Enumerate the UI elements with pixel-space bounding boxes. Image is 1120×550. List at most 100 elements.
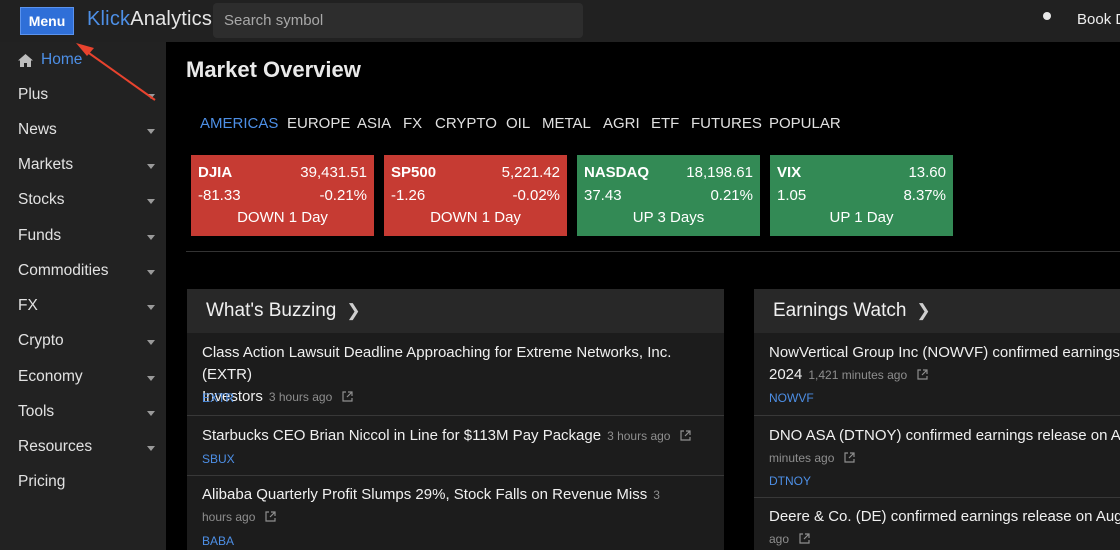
book-demo-link[interactable]: Book D [1077,11,1120,28]
sidebar-item-label: Resources [18,438,93,455]
external-link-icon[interactable] [680,430,692,441]
earnings-watch-title[interactable]: Earnings Watch ❯ [773,300,931,322]
sidebar-item-news[interactable]: News [0,117,166,147]
news-time: 3 hours ago [607,429,671,443]
sidebar-item-label: Tools [18,403,55,420]
index-change: -81.33 [198,187,241,204]
headline-line-1: Starbucks CEO Brian Niccol in Line for $… [202,427,602,444]
news-headline[interactable]: Class Action Lawsuit Deadline Approachin… [202,342,717,408]
sidebar-item-label: Plus [18,86,49,103]
tab-futures[interactable]: FUTURES [691,115,762,132]
index-trend: DOWN 1 Day [430,209,521,226]
sidebar-item-label: Home [41,51,83,68]
sidebar-item-label: FX [18,297,38,314]
sidebar-item-economy[interactable]: Economy [0,364,166,394]
tab-popular[interactable]: POPULAR [769,115,841,132]
logo[interactable]: KlickAnalytics [87,8,212,31]
top-bar: Menu KlickAnalytics Book D [0,0,1120,42]
index-symbol: NASDAQ [584,164,650,181]
sidebar-item-plus[interactable]: Plus [0,82,166,112]
index-percent: 8.37% [903,187,946,204]
caret-down-icon [147,270,155,275]
index-change: -1.26 [391,187,426,204]
tab-fx[interactable]: FX [403,115,422,132]
sidebar-item-resources[interactable]: Resources [0,434,166,464]
chevron-right-icon: ❯ [346,301,361,320]
external-link-icon[interactable] [265,511,276,522]
news-item[interactable]: Class Action Lawsuit Deadline Approachin… [187,333,724,416]
index-price: 13.60 [908,164,946,181]
news-item[interactable]: Starbucks CEO Brian Niccol in Line for $… [187,416,724,476]
sidebar-item-crypto[interactable]: Crypto [0,328,166,358]
news-headline[interactable]: Alibaba Quarterly Profit Slumps 29%, Sto… [202,484,682,528]
sidebar-item-tools[interactable]: Tools [0,399,166,429]
earnings-item[interactable]: NowVertical Group Inc (NOWVF) confirmed … [754,333,1120,416]
chevron-right-icon: ❯ [916,301,931,320]
index-price: 18,198.61 [686,164,753,181]
index-price: 39,431.51 [300,164,367,181]
caret-down-icon [147,94,155,99]
home-icon [18,54,33,67]
sidebar-item-label: Crypto [18,332,64,349]
logo-klick: Klick [87,8,131,30]
caret-down-icon [147,411,155,416]
tab-etf[interactable]: ETF [651,115,679,132]
panel-title-text: Earnings Watch [773,300,907,321]
news-time: ago [769,532,790,546]
earnings-item[interactable]: DNO ASA (DTNOY) confirmed earnings relea… [754,416,1120,498]
search-input[interactable] [213,3,583,38]
external-link-icon[interactable] [917,369,928,380]
menu-button[interactable]: Menu [20,7,74,35]
headline-line-1: DNO ASA (DTNOY) confirmed earnings relea… [769,427,1120,444]
tab-asia[interactable]: ASIA [357,115,391,132]
page-title: Market Overview [186,57,361,82]
caret-down-icon [147,129,155,134]
earnings-item[interactable]: Deere & Co. (DE) confirmed earnings rele… [754,498,1120,550]
tab-oil[interactable]: OIL [506,115,530,132]
whats-buzzing-title[interactable]: What's Buzzing ❯ [206,300,361,322]
sidebar-item-label: Pricing [18,473,66,490]
ticker-link[interactable]: SBUX [202,452,235,466]
ticker-link[interactable]: NOWVF [769,391,814,405]
index-card-djia[interactable]: DJIA 39,431.51 -81.33 -0.21% DOWN 1 Day [191,155,374,236]
index-trend: DOWN 1 Day [237,209,328,226]
headline-line-1: Class Action Lawsuit Deadline Approachin… [202,344,672,383]
index-price: 5,221.42 [501,164,560,181]
panel-header: What's Buzzing ❯ [187,289,724,333]
section-divider [186,251,1120,252]
index-card-vix[interactable]: VIX 13.60 1.05 8.37% UP 1 Day [770,155,953,236]
tab-europe[interactable]: EUROPE [287,115,350,132]
ticker-link[interactable]: BABA [202,534,234,548]
news-time: 1,421 minutes ago [808,368,908,382]
sidebar-item-label: Economy [18,368,83,385]
index-card-nasdaq[interactable]: NASDAQ 18,198.61 37.43 0.21% UP 3 Days [577,155,760,236]
tab-agri[interactable]: AGRI [603,115,640,132]
index-symbol: VIX [777,164,802,181]
headline-line-1: Deere & Co. (DE) confirmed earnings rele… [769,508,1120,525]
sidebar-item-pricing[interactable]: Pricing [0,469,166,499]
index-change: 1.05 [777,187,807,204]
sidebar-item-markets[interactable]: Markets [0,152,166,182]
earnings-headline[interactable]: Deere & Co. (DE) confirmed earnings rele… [769,506,1120,550]
ticker-link[interactable]: EXTR [202,391,234,405]
sidebar-item-fx[interactable]: FX [0,293,166,323]
panel-title-text: What's Buzzing [206,300,337,321]
sidebar-item-commodities[interactable]: Commodities [0,258,166,288]
caret-down-icon [147,305,155,310]
index-card-sp500[interactable]: SP500 5,221.42 -1.26 -0.02% DOWN 1 Day [384,155,567,236]
ticker-link[interactable]: DTNOY [769,474,811,488]
news-item[interactable]: Alibaba Quarterly Profit Slumps 29%, Sto… [187,476,724,550]
tab-americas[interactable]: AMERICAS [200,115,278,132]
tab-crypto[interactable]: CRYPTO [435,115,497,132]
external-link-icon[interactable] [799,533,810,544]
news-headline[interactable]: Starbucks CEO Brian Niccol in Line for $… [202,425,717,447]
sidebar-item-funds[interactable]: Funds [0,223,166,253]
earnings-headline[interactable]: DNO ASA (DTNOY) confirmed earnings relea… [769,425,1120,469]
tab-metal[interactable]: METAL [542,115,591,132]
external-link-icon[interactable] [342,391,353,402]
sidebar-item-home[interactable]: Home [0,47,166,77]
external-link-icon[interactable] [844,452,855,463]
earnings-headline[interactable]: NowVertical Group Inc (NOWVF) confirmed … [769,342,1120,386]
sidebar-item-stocks[interactable]: Stocks [0,187,166,217]
logo-analytics: Analytics [130,8,213,30]
